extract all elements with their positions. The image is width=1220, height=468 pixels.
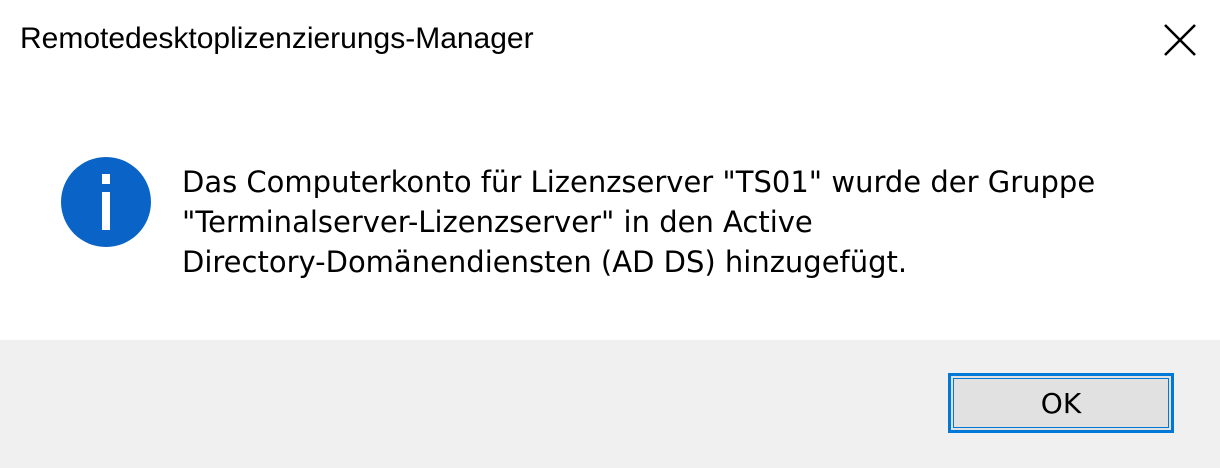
window-title: Remotedesktoplizenzierungs-Manager <box>20 22 534 55</box>
button-bar: OK <box>0 340 1220 468</box>
title-bar: Remotedesktoplizenzierungs-Manager <box>0 0 1220 90</box>
dialog-content: Das Computerkonto für Lizenzserver "TS01… <box>0 90 1220 340</box>
ok-button[interactable]: OK <box>948 373 1174 433</box>
close-icon <box>1164 24 1196 56</box>
message-line: Directory-Domänendiensten (AD DS) hinzug… <box>182 245 908 279</box>
message-line: Das Computerkonto für Lizenzserver "TS01… <box>182 165 1096 199</box>
message-dialog: Remotedesktoplizenzierungs-Manager Das C… <box>0 0 1220 468</box>
info-icon <box>61 157 151 247</box>
close-button[interactable] <box>1140 0 1220 80</box>
message-text: Das Computerkonto für Lizenzserver "TS01… <box>182 162 1182 282</box>
message-line: "Terminalserver-Lizenzserver" in den Act… <box>182 205 813 239</box>
ok-button-label: OK <box>1040 386 1082 420</box>
